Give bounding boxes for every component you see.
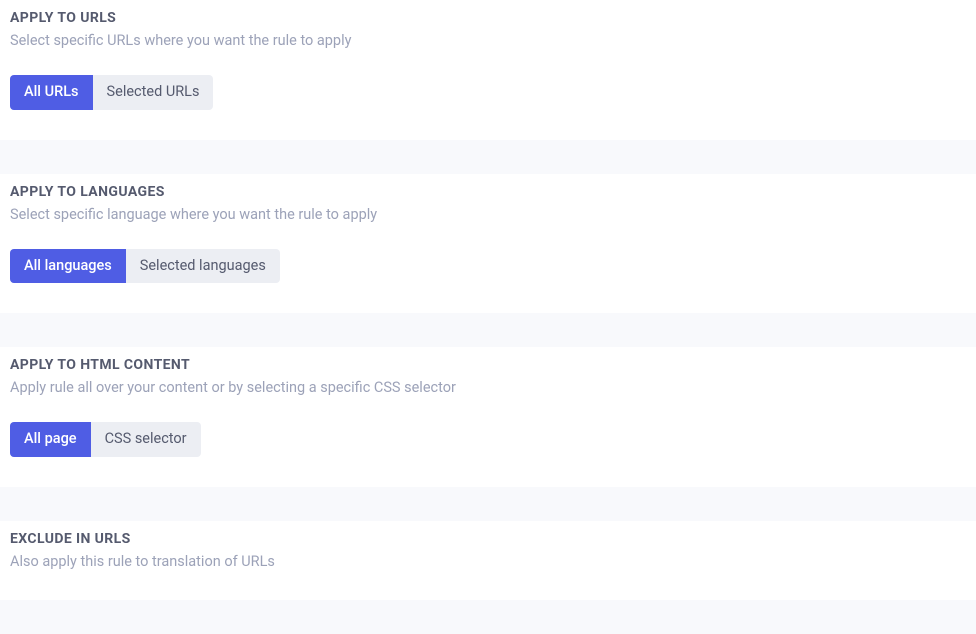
apply-html-heading: APPLY TO HTML CONTENT <box>10 357 966 373</box>
section-apply-urls: APPLY TO URLS Select specific URLs where… <box>0 0 976 140</box>
all-page-button[interactable]: All page <box>10 422 91 457</box>
apply-languages-toggle: All languages Selected languages <box>10 249 280 284</box>
section-apply-html: APPLY TO HTML CONTENT Apply rule all ove… <box>0 347 976 487</box>
apply-html-subtext: Apply rule all over your content or by s… <box>10 379 966 396</box>
section-apply-languages: APPLY TO LANGUAGES Select specific langu… <box>0 174 976 314</box>
exclude-urls-subtext: Also apply this rule to translation of U… <box>10 553 966 570</box>
apply-urls-heading: APPLY TO URLS <box>10 10 966 26</box>
apply-languages-subtext: Select specific language where you want … <box>10 206 966 223</box>
apply-urls-subtext: Select specific URLs where you want the … <box>10 32 966 49</box>
exclude-urls-heading: EXCLUDE IN URLS <box>10 531 966 547</box>
css-selector-button[interactable]: CSS selector <box>91 422 201 457</box>
apply-urls-toggle: All URLs Selected URLs <box>10 75 213 110</box>
selected-urls-button[interactable]: Selected URLs <box>93 75 214 110</box>
all-urls-button[interactable]: All URLs <box>10 75 93 110</box>
apply-html-toggle: All page CSS selector <box>10 422 201 457</box>
apply-languages-heading: APPLY TO LANGUAGES <box>10 184 966 200</box>
all-languages-button[interactable]: All languages <box>10 249 126 284</box>
section-exclude-urls: EXCLUDE IN URLS Also apply this rule to … <box>0 521 976 600</box>
selected-languages-button[interactable]: Selected languages <box>126 249 280 284</box>
